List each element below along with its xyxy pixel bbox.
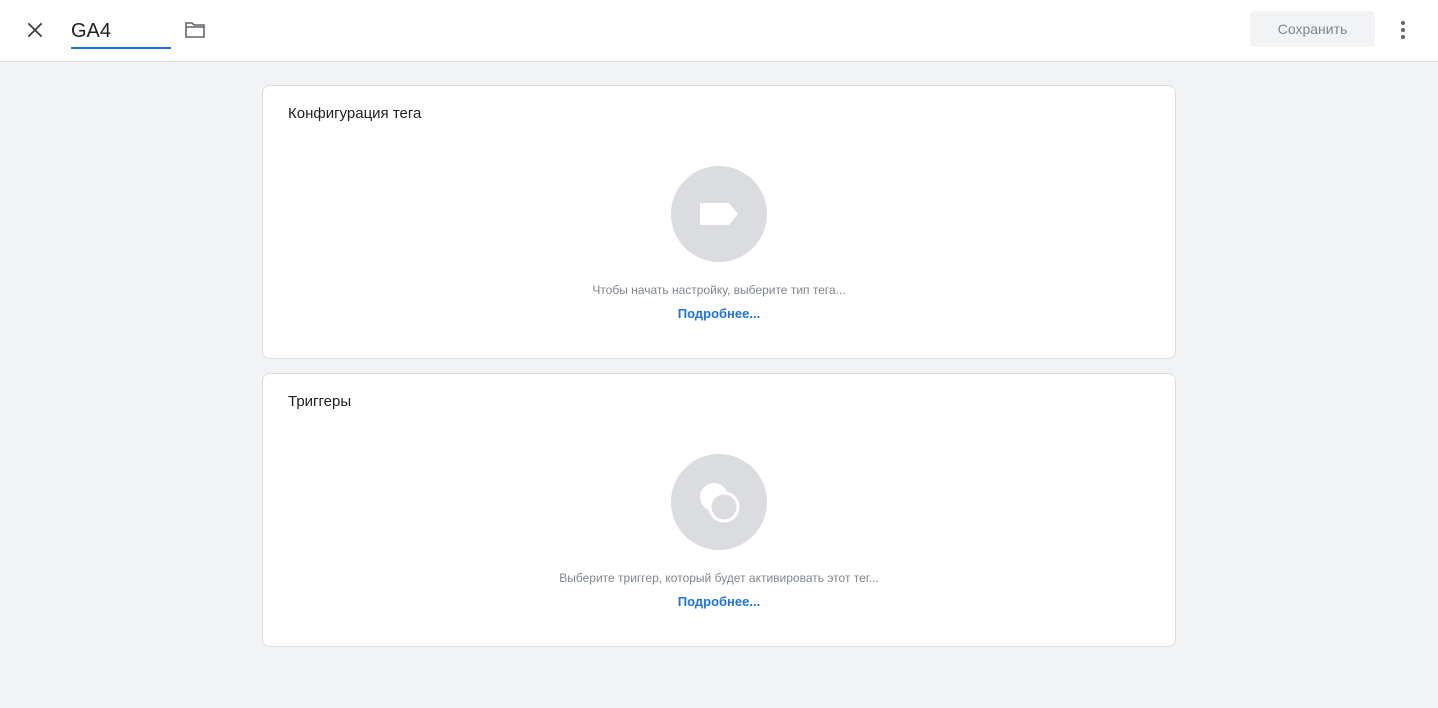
folder-icon <box>185 22 205 38</box>
triggers-learn-more-link[interactable]: Подробнее... <box>263 594 1175 609</box>
top-bar: Сохранить <box>0 0 1438 62</box>
triggers-learn-more-label[interactable]: Подробнее... <box>678 594 760 609</box>
triggers-hint: Выберите триггер, который будет активиро… <box>559 571 879 585</box>
tag-configuration-title: Конфигурация тега <box>288 105 422 122</box>
more-vert-icon <box>1401 21 1405 39</box>
triggers-title: Триггеры <box>288 393 352 410</box>
folder-button[interactable] <box>182 16 208 44</box>
tag-name-input[interactable] <box>71 12 171 46</box>
close-icon <box>27 22 43 38</box>
tag-icon <box>700 203 738 225</box>
triggers-card: Триггеры Выберите триггер, который будет… <box>262 373 1176 647</box>
tag-configuration-learn-more-link[interactable]: Подробнее... <box>263 306 1175 321</box>
save-button[interactable]: Сохранить <box>1250 11 1375 47</box>
more-options-button[interactable] <box>1390 15 1416 45</box>
tag-configuration-learn-more-label[interactable]: Подробнее... <box>678 306 760 321</box>
choose-tag-type-button[interactable] <box>671 166 767 262</box>
tag-name-field[interactable] <box>71 12 171 49</box>
trigger-icon <box>700 483 740 523</box>
tag-configuration-hint: Чтобы начать настройку, выберите тип тег… <box>592 283 846 297</box>
choose-trigger-button[interactable] <box>671 454 767 550</box>
close-button[interactable] <box>20 15 50 45</box>
tag-configuration-card: Конфигурация тега Чтобы начать настройку… <box>262 85 1176 359</box>
